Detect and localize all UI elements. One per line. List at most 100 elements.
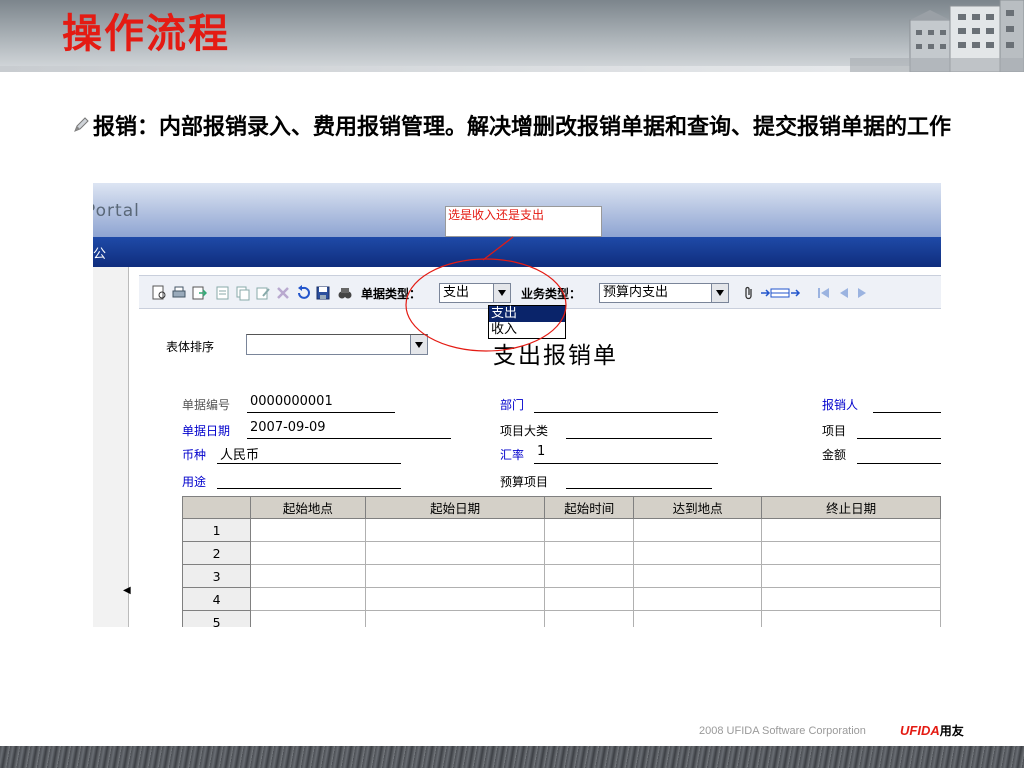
delete-icon[interactable]	[275, 285, 291, 301]
dept-underline[interactable]	[534, 412, 718, 413]
column-header[interactable]: 终止日期	[761, 496, 941, 519]
table-cell[interactable]	[250, 541, 366, 565]
preview-icon[interactable]	[151, 285, 167, 301]
find-icon[interactable]	[337, 285, 353, 301]
reporter-underline[interactable]	[873, 412, 941, 413]
print-icon[interactable]	[171, 285, 187, 301]
portal-menu-item[interactable]: 公	[93, 243, 106, 262]
first-record-icon[interactable]	[815, 285, 831, 301]
doc-no-label: 单据编号	[182, 398, 231, 412]
table-cell[interactable]	[761, 541, 941, 565]
doc-type-value: 支出	[443, 285, 470, 300]
table-cell[interactable]	[250, 564, 366, 588]
table-row: 4	[181, 587, 941, 611]
table-cell[interactable]	[544, 541, 634, 565]
row-number[interactable]: 5	[181, 610, 252, 627]
budget-item-underline[interactable]	[566, 488, 712, 489]
doc-no-value[interactable]: 0000000001	[250, 394, 333, 409]
budget-item-label: 预算项目	[500, 475, 549, 489]
prev-record-icon[interactable]	[835, 285, 851, 301]
table-cell[interactable]	[761, 587, 941, 611]
detail-table: 起始地点 起始日期 起始时间 达到地点 终止日期 1 2 3 4 5	[181, 496, 941, 627]
building-decoration-icon	[850, 0, 1024, 72]
table-cell[interactable]	[632, 587, 763, 611]
table-cell[interactable]	[364, 564, 546, 588]
row-number[interactable]: 3	[181, 564, 252, 588]
purpose-label: 用途	[182, 475, 207, 489]
project-category-underline[interactable]	[566, 438, 712, 439]
sort-select[interactable]	[246, 334, 428, 355]
row-number[interactable]: 1	[181, 518, 252, 542]
portal-menu-bar: 公	[93, 237, 941, 267]
rate-underline	[534, 463, 718, 464]
table-cell[interactable]	[632, 541, 763, 565]
table-row: 2	[181, 541, 941, 565]
doc-type-select[interactable]: 支出	[439, 283, 511, 303]
table-row: 5	[181, 610, 941, 627]
table-cell[interactable]	[761, 610, 941, 627]
table-cell[interactable]	[250, 518, 366, 542]
doc-date-value[interactable]: 2007-09-09	[250, 420, 326, 435]
next-record-icon[interactable]	[855, 285, 871, 301]
table-cell[interactable]	[544, 587, 634, 611]
project-underline[interactable]	[857, 438, 941, 439]
doc-date-label: 单据日期	[182, 424, 231, 438]
table-cell[interactable]	[761, 518, 941, 542]
project-label: 项目	[822, 424, 847, 438]
purpose-underline[interactable]	[217, 488, 401, 489]
table-cell[interactable]	[761, 564, 941, 588]
table-cell[interactable]	[364, 587, 546, 611]
column-header[interactable]: 起始日期	[364, 496, 546, 519]
doc-type-label: 单据类型：	[361, 287, 422, 301]
logo-cn: 用友	[939, 724, 964, 738]
dropdown-option-expense[interactable]: 支出	[489, 306, 565, 322]
row-number[interactable]: 2	[181, 541, 252, 565]
dept-label: 部门	[500, 398, 525, 412]
row-insert-icon[interactable]	[759, 285, 803, 301]
chevron-down-icon[interactable]	[410, 335, 427, 354]
table-cell[interactable]	[364, 518, 546, 542]
logo-en: UFIDA	[900, 723, 940, 738]
footer-band	[0, 746, 1024, 768]
column-header[interactable]: 达到地点	[632, 496, 763, 519]
table-cell[interactable]	[632, 518, 763, 542]
add-icon[interactable]	[215, 285, 231, 301]
doc-no-underline	[247, 412, 395, 413]
column-header[interactable]: 起始地点	[250, 496, 366, 519]
export-icon[interactable]	[191, 285, 207, 301]
table-cell[interactable]	[250, 610, 366, 627]
slide-header: 操作流程	[0, 0, 1024, 72]
attachment-icon[interactable]	[741, 285, 757, 301]
pencil-bullet-icon	[74, 117, 89, 132]
undo-icon[interactable]	[295, 285, 311, 301]
amount-underline[interactable]	[857, 463, 941, 464]
collapse-left-icon[interactable]: ◀	[123, 585, 131, 596]
table-cell[interactable]	[364, 541, 546, 565]
table-corner-cell	[181, 496, 252, 519]
ufida-logo: UFIDA用友	[900, 722, 964, 739]
chevron-down-icon[interactable]	[493, 284, 510, 302]
biz-type-label: 业务类型：	[521, 287, 582, 301]
column-header[interactable]: 起始时间	[544, 496, 634, 519]
table-cell[interactable]	[544, 564, 634, 588]
left-panel	[93, 267, 129, 627]
biz-type-select[interactable]: 预算内支出	[599, 283, 729, 303]
chevron-down-icon[interactable]	[711, 284, 728, 302]
currency-value[interactable]: 人民币	[220, 444, 259, 463]
rate-value[interactable]: 1	[537, 444, 545, 459]
copy-icon[interactable]	[235, 285, 251, 301]
app-screenshot: Portal 选是收入还是支出 公 ◀ 单据类型： 支出 业务类型： 预算内支出	[93, 183, 941, 627]
table-cell[interactable]	[364, 610, 546, 627]
row-number[interactable]: 4	[181, 587, 252, 611]
table-cell[interactable]	[632, 610, 763, 627]
edit-icon[interactable]	[255, 285, 271, 301]
save-icon[interactable]	[315, 285, 331, 301]
table-cell[interactable]	[544, 610, 634, 627]
table-cell[interactable]	[632, 564, 763, 588]
doc-type-dropdown-list[interactable]: 支出 收入	[488, 305, 566, 339]
table-cell[interactable]	[544, 518, 634, 542]
table-cell[interactable]	[250, 587, 366, 611]
project-category-label: 项目大类	[500, 424, 549, 438]
reporter-label: 报销人	[822, 398, 859, 412]
amount-label: 金额	[822, 448, 847, 462]
